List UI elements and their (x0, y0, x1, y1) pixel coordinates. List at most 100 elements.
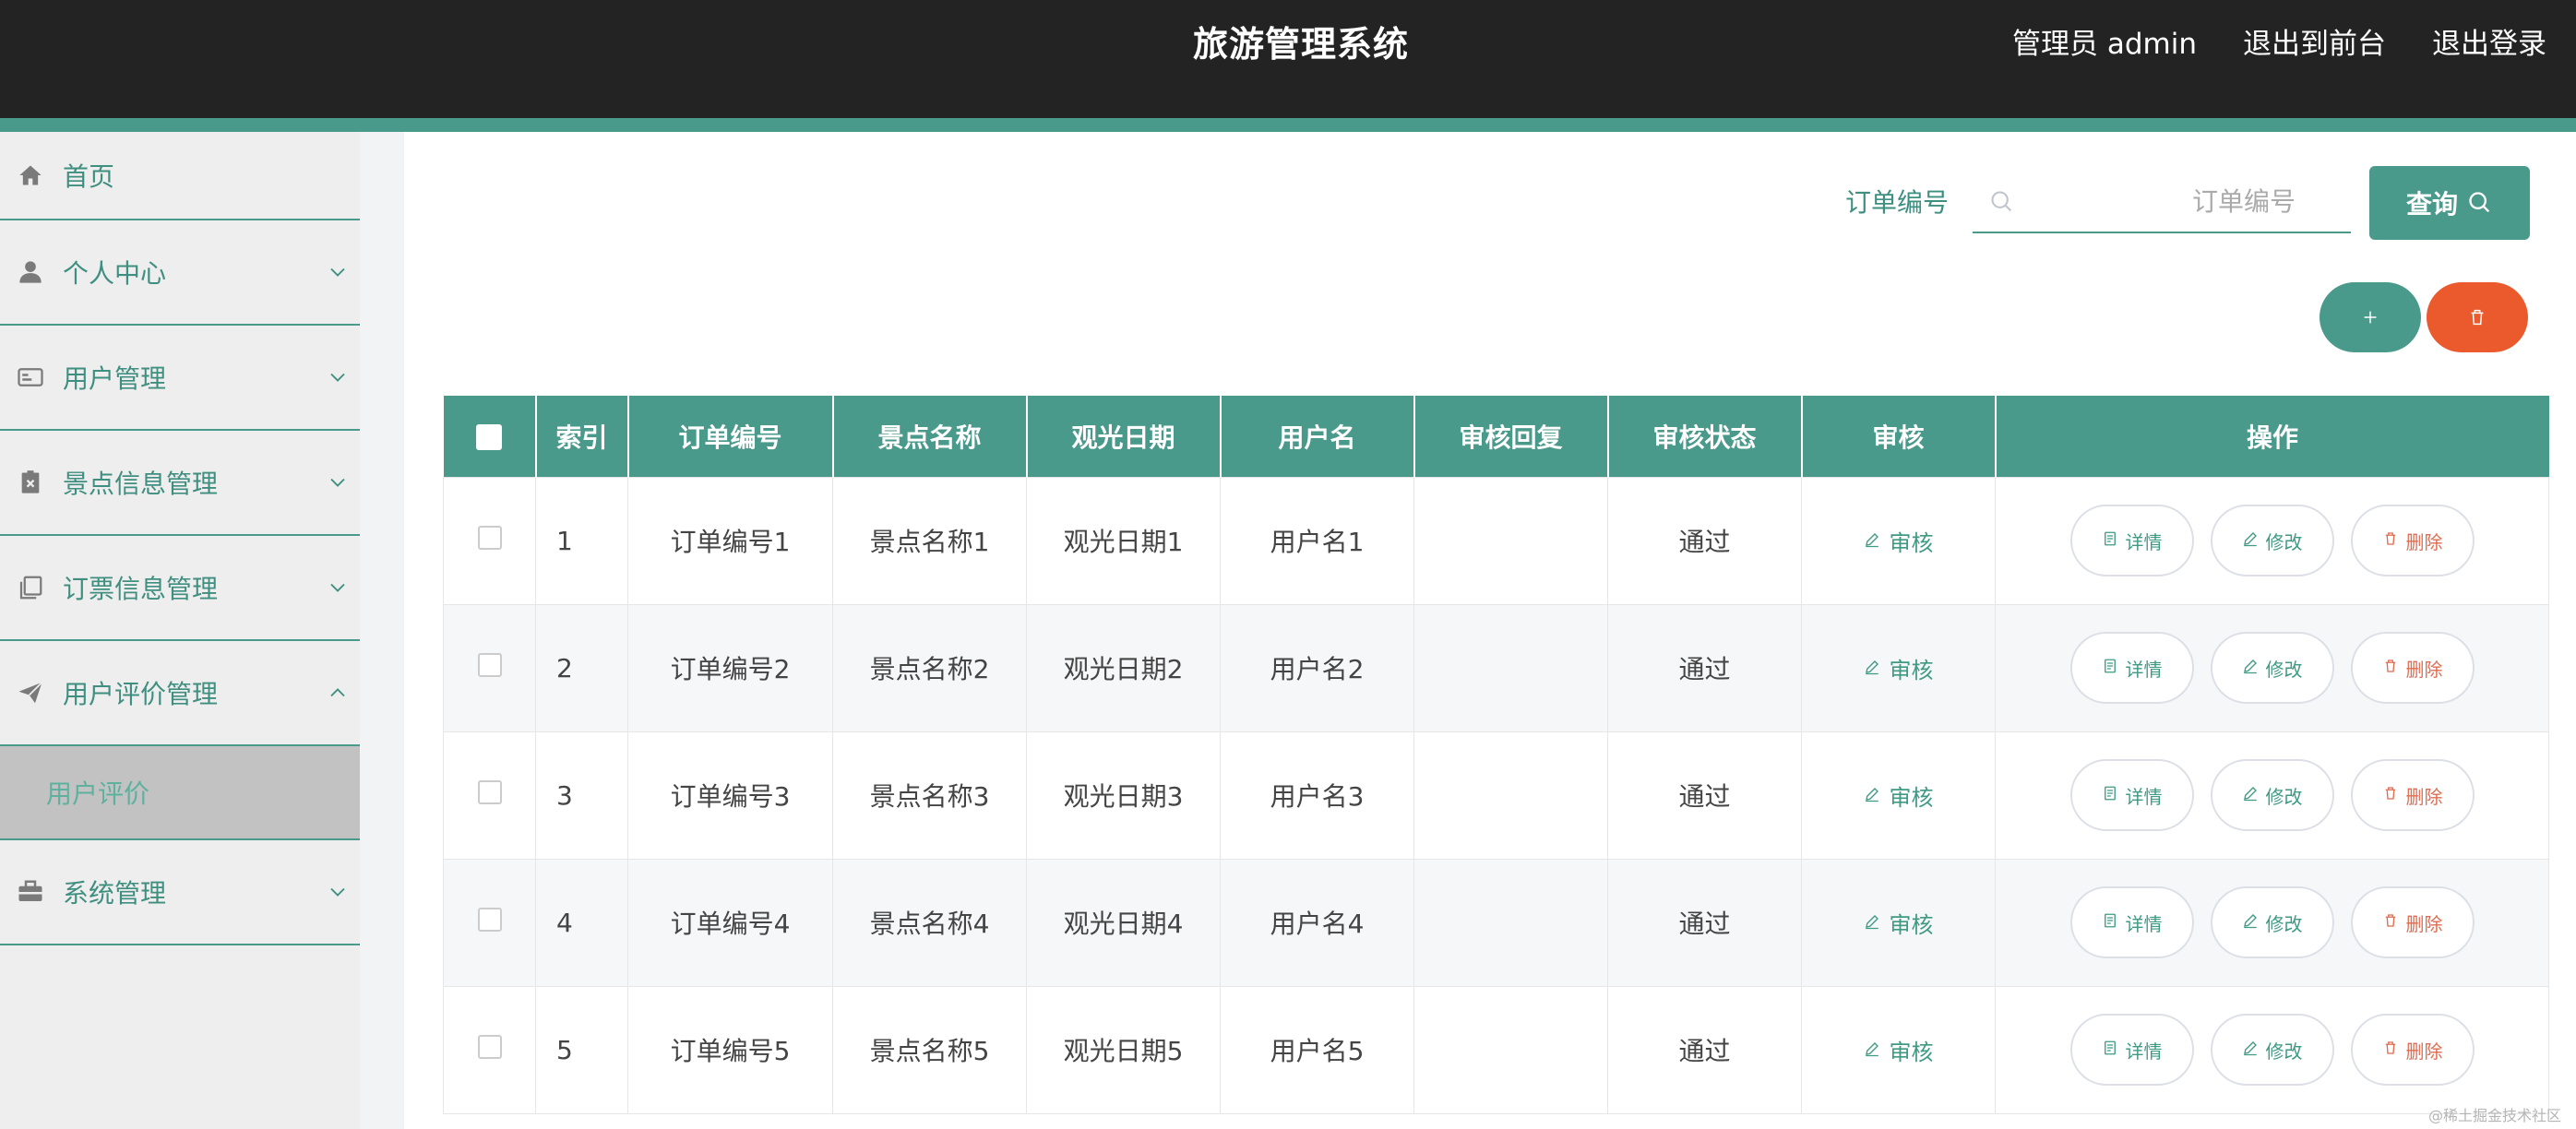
cell-order-no: 订单编号4 (627, 858, 833, 987)
edit-icon (2242, 657, 2259, 679)
audit-link-label: 审核 (1889, 529, 1934, 556)
send-icon (17, 679, 44, 707)
audit-link-label: 审核 (1889, 1039, 1934, 1065)
cell-audit-status: 通过 (1607, 603, 1802, 732)
delete-button[interactable]: 删除 (2350, 1014, 2475, 1086)
document-icon (2102, 784, 2118, 806)
chevron-down-icon (330, 887, 345, 897)
sidebar-item-system-management[interactable]: 系统管理 (0, 840, 360, 945)
cell-audit-reply (1413, 476, 1608, 605)
document-icon (2102, 529, 2118, 552)
row-checkbox[interactable] (477, 1034, 502, 1059)
cell-operations: 详情 修改 删除 (1995, 985, 2549, 1114)
add-button[interactable] (2320, 282, 2421, 352)
search-field[interactable] (1973, 171, 2351, 233)
delete-button-label: 删除 (2405, 1040, 2443, 1063)
cell-audit-action: 审核 (1801, 731, 1996, 860)
delete-button[interactable]: 删除 (2350, 632, 2475, 704)
cell-spot-name: 景点名称3 (832, 731, 1027, 860)
delete-button-label: 删除 (2405, 658, 2443, 681)
cell-audit-status: 通过 (1607, 476, 1802, 605)
detail-button[interactable]: 详情 (2069, 886, 2194, 958)
sidebar-item-personal-center[interactable]: 个人中心 (0, 220, 360, 326)
trash-icon (2382, 529, 2399, 552)
logout-link[interactable]: 退出登录 (2432, 20, 2546, 68)
audit-link-label: 审核 (1889, 657, 1934, 683)
admin-user-link[interactable]: 管理员 admin (2012, 20, 2197, 68)
detail-button[interactable]: 详情 (2069, 505, 2194, 576)
cell-username: 用户名2 (1220, 603, 1414, 732)
audit-link[interactable]: 审核 (1864, 525, 1934, 557)
cell-spot-name: 景点名称5 (832, 985, 1027, 1114)
cell-audit-reply (1413, 731, 1608, 860)
batch-delete-button[interactable] (2427, 282, 2528, 352)
detail-button[interactable]: 详情 (2069, 1014, 2194, 1086)
sidebar-item-label: 个人中心 (63, 258, 167, 289)
delete-button[interactable]: 删除 (2350, 759, 2475, 831)
exit-to-frontend-link[interactable]: 退出到前台 (2243, 20, 2386, 68)
orders-table: 索引 订单编号 景点名称 观光日期 用户名 审核回复 审核状态 审核 操作 1订… (443, 396, 2549, 1114)
edit-button[interactable]: 修改 (2210, 632, 2334, 704)
cell-index: 1 (535, 476, 628, 605)
app-title: 旅游管理系统 (1192, 24, 1409, 65)
edit-button[interactable]: 修改 (2210, 1014, 2334, 1086)
header-links: 管理员 admin 退出到前台 退出登录 (2012, 20, 2546, 68)
row-select-cell (443, 731, 536, 860)
audit-link[interactable]: 审核 (1864, 907, 1934, 939)
cell-spot-name: 景点名称1 (832, 476, 1027, 605)
main-content: 订单编号 查询 索引 订单编号 景点名称 观光日期 用户名 审核回复 (404, 132, 2576, 1129)
row-checkbox[interactable] (477, 525, 502, 550)
column-header: 观光日期 (1026, 396, 1222, 477)
row-checkbox[interactable] (477, 779, 502, 804)
detail-button[interactable]: 详情 (2069, 632, 2194, 704)
search-icon (1991, 191, 2012, 212)
audit-link[interactable]: 审核 (1864, 652, 1934, 684)
cell-spot-name: 景点名称4 (832, 858, 1027, 987)
sidebar-item-user-review-management[interactable]: 用户评价管理 (0, 641, 360, 746)
sidebar-item-label: 首页 (63, 161, 115, 192)
user-icon (17, 258, 44, 286)
sidebar-item-scenic-spot-management[interactable]: 景点信息管理 (0, 431, 360, 536)
column-header: 景点名称 (832, 396, 1028, 477)
column-header: 索引 (535, 396, 629, 477)
detail-button-label: 详情 (2125, 530, 2163, 553)
row-select-cell (443, 476, 536, 605)
row-checkbox[interactable] (477, 652, 502, 677)
table-row: 4 订单编号4 景点名称4 观光日期4 用户名4 通过 审核 详情 修改 删除 (443, 858, 2549, 987)
search-input[interactable] (2028, 180, 2332, 222)
chevron-down-icon (330, 267, 345, 277)
detail-button[interactable]: 详情 (2069, 759, 2194, 831)
row-checkbox[interactable] (477, 907, 502, 932)
audit-link[interactable]: 审核 (1864, 779, 1934, 812)
select-all-checkbox[interactable] (476, 424, 502, 451)
trash-icon (2471, 309, 2484, 326)
sidebar-item-label: 用户管理 (63, 363, 167, 394)
edit-button[interactable]: 修改 (2210, 886, 2334, 958)
sidebar-subitem-user-review[interactable]: 用户评价 (0, 746, 360, 840)
edit-button[interactable]: 修改 (2210, 759, 2334, 831)
cell-operations: 详情 修改 删除 (1995, 603, 2549, 732)
column-header: 操作 (1995, 396, 2549, 477)
detail-button-label: 详情 (2125, 785, 2163, 808)
copy-icon (17, 574, 44, 601)
sidebar: 首页 个人中心 用户管理 景点信息管理 订票信息管理 用户评价管理 用户评价 系… (0, 132, 360, 1129)
sidebar-item-ticket-booking-management[interactable]: 订票信息管理 (0, 536, 360, 641)
cell-audit-reply (1413, 858, 1608, 987)
table-header-row: 索引 订单编号 景点名称 观光日期 用户名 审核回复 审核状态 审核 操作 (443, 396, 2549, 477)
sidebar-item-home[interactable]: 首页 (0, 132, 360, 220)
cell-visit-date: 观光日期2 (1026, 603, 1221, 732)
trash-icon (2382, 784, 2399, 806)
edit-button-label: 修改 (2265, 1040, 2303, 1063)
query-button[interactable]: 查询 (2369, 166, 2530, 240)
cell-index: 4 (535, 858, 628, 987)
top-header: 旅游管理系统 管理员 admin 退出到前台 退出登录 (0, 0, 2576, 118)
query-button-label: 查询 (2405, 189, 2458, 220)
edit-button[interactable]: 修改 (2210, 505, 2334, 576)
sidebar-item-user-management[interactable]: 用户管理 (0, 326, 360, 431)
cell-order-no: 订单编号1 (627, 476, 833, 605)
audit-link[interactable]: 审核 (1864, 1034, 1934, 1066)
delete-button[interactable]: 删除 (2350, 886, 2475, 958)
delete-button[interactable]: 删除 (2350, 505, 2475, 576)
id-card-icon (17, 363, 44, 391)
cell-audit-action: 审核 (1801, 476, 1996, 605)
